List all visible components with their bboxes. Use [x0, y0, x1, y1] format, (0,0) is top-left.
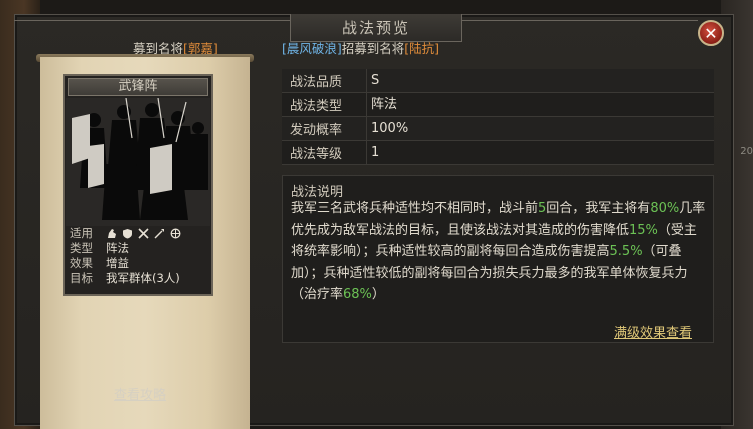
attribute-row-quality: 战法品质 S	[282, 69, 714, 93]
description-segment: ）	[371, 287, 385, 303]
background-hint: 20	[740, 146, 753, 157]
shield-icon	[122, 228, 133, 239]
notice-text: 招募到名将	[341, 41, 405, 56]
attribute-value: 1	[366, 141, 714, 164]
close-button[interactable]: ✕	[698, 20, 724, 46]
attribute-row-probability: 发动概率 100%	[282, 117, 714, 141]
info-value: 阵法	[106, 241, 129, 255]
attribute-value: 阵法	[366, 93, 714, 116]
cavalry-icon	[106, 228, 117, 239]
crossed-swords-icon	[138, 228, 149, 239]
notice-general-name: [陆抗]	[404, 41, 440, 56]
description-segment: 回合，我军主将有	[546, 201, 651, 216]
description-highlight-value: 80%	[650, 201, 680, 216]
title-wing-left	[14, 20, 290, 21]
tactic-description-box: 战法说明 我军三名武将兵种适性均不相同时，战斗前5回合，我军主将有80%几率优先…	[282, 175, 714, 343]
attribute-row-type: 战法类型 阵法	[282, 93, 714, 117]
attribute-value: 100%	[366, 117, 714, 140]
info-row-type: 类型 阵法	[70, 241, 210, 256]
attribute-label: 发动概率	[290, 123, 343, 138]
notice-player-name: [晨风破浪]	[282, 41, 342, 56]
info-value: 增益	[106, 256, 129, 270]
info-row-troop-types: 适用	[70, 226, 210, 241]
description-text: 我军三名武将兵种适性均不相同时，战斗前5回合，我军主将有80%几率优先成为敌军战…	[291, 198, 709, 306]
description-segment: 我军三名武将兵种适性均不相同时，战斗前	[291, 201, 539, 216]
tactic-card-name: 武锋阵	[68, 78, 208, 96]
view-max-level-effect-link[interactable]: 满级效果查看	[614, 322, 692, 341]
spear-icon	[154, 228, 165, 239]
recruit-notice-2: [晨风破浪]招募到名将[陆抗]	[282, 38, 439, 57]
info-row-target: 目标 我军群体(3人)	[70, 271, 210, 286]
info-row-effect: 效果 增益	[70, 256, 210, 271]
info-value: 我军群体(3人)	[106, 271, 180, 285]
info-label: 目标	[70, 271, 93, 285]
description-highlight-value: 5.5%	[609, 244, 643, 260]
info-label: 效果	[70, 256, 93, 270]
title-wing-right	[462, 20, 698, 21]
description-highlight-value: 68%	[343, 287, 372, 303]
info-label: 类型	[70, 241, 93, 255]
view-guide-link[interactable]: 查看攻略	[114, 384, 166, 403]
info-label: 适用	[70, 226, 93, 240]
soldier-silhouettes-image	[66, 98, 210, 226]
description-highlight-value: 15%	[629, 222, 658, 238]
wheel-icon	[170, 228, 181, 239]
troop-type-icons	[106, 226, 181, 241]
attribute-row-level: 战法等级 1	[282, 141, 714, 165]
attribute-value: S	[366, 69, 714, 92]
attribute-label: 战法类型	[290, 99, 343, 114]
tactic-card-info: 适用 类型 阵法 效果 增益 目标 我军群体(3人)	[70, 226, 210, 286]
attribute-label: 战法等级	[290, 147, 343, 162]
attribute-label: 战法品质	[290, 75, 343, 90]
tactic-attributes-table: 战法品质 S 战法类型 阵法 发动概率 100% 战法等级 1	[282, 69, 714, 165]
